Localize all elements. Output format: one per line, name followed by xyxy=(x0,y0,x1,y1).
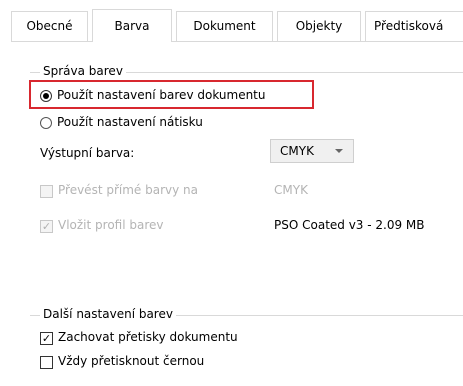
use-document-colors-label[interactable]: Použít nastavení barev dokumentu xyxy=(57,88,266,102)
use-proof-settings-radio[interactable] xyxy=(40,117,52,129)
output-color-value: CMYK xyxy=(280,144,314,158)
tab-objects[interactable]: Objekty xyxy=(277,11,361,41)
other-color-settings-legend: Další nastavení barev xyxy=(40,307,176,321)
other-color-settings-group xyxy=(30,315,463,386)
checkmark-icon: ✓ xyxy=(41,332,52,345)
embed-profile-label: Vložit profil barev xyxy=(58,218,164,232)
convert-spot-colors-label: Převést přímé barvy na xyxy=(58,183,198,197)
convert-spot-colors-target: CMYK xyxy=(274,183,308,197)
convert-spot-colors-checkbox xyxy=(40,185,53,198)
checkmark-icon: ✓ xyxy=(41,220,52,233)
tab-prepress[interactable]: Předtisková xyxy=(365,11,463,41)
keep-overprints-label[interactable]: Zachovat přetisky dokumentu xyxy=(58,330,238,344)
embed-profile-checkbox: ✓ xyxy=(40,220,53,233)
use-document-colors-radio[interactable] xyxy=(40,90,52,102)
embed-profile-value: PSO Coated v3 - 2.09 MB xyxy=(274,218,425,232)
tab-general[interactable]: Obecné xyxy=(11,11,88,41)
tab-baseline xyxy=(11,41,463,42)
tab-strip: Obecné Barva Dokument Objekty Předtiskov… xyxy=(0,0,463,42)
tab-document[interactable]: Dokument xyxy=(176,11,273,41)
always-overprint-black-checkbox[interactable] xyxy=(40,356,53,369)
chevron-down-icon xyxy=(335,149,343,153)
color-management-legend: Správa barev xyxy=(40,64,126,78)
output-color-label: Výstupní barva: xyxy=(40,146,135,160)
use-proof-settings-label[interactable]: Použít nastavení nátisku xyxy=(57,115,203,129)
output-color-select[interactable]: CMYK xyxy=(270,139,354,163)
keep-overprints-checkbox[interactable]: ✓ xyxy=(40,332,53,345)
always-overprint-black-label[interactable]: Vždy přetisknout černou xyxy=(58,354,204,368)
tab-color[interactable]: Barva xyxy=(92,9,172,42)
